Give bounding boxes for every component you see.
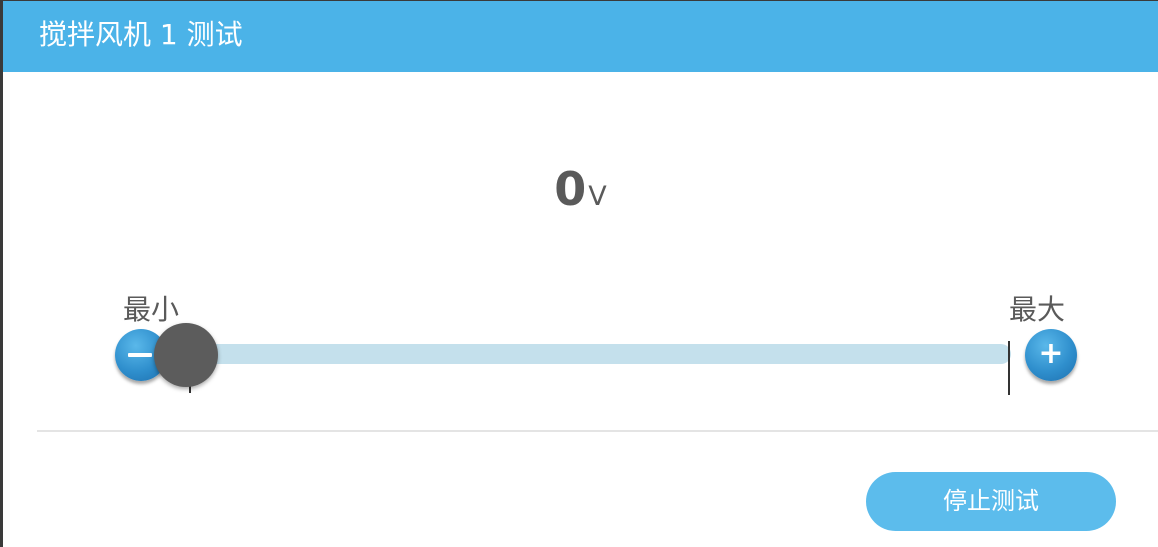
divider <box>37 430 1158 432</box>
dialog-title: 搅拌风机 1 测试 <box>39 18 243 51</box>
slider-max-tick <box>1008 341 1010 395</box>
slider-max-label: 最大 <box>1009 293 1066 326</box>
title-bar: 搅拌风机 1 测试 <box>3 1 1158 72</box>
slider-min-label: 最小 <box>123 293 180 326</box>
increase-button[interactable]: + <box>1025 329 1077 381</box>
output-unit: V <box>588 181 607 212</box>
fan-test-dialog: 搅拌风机 1 测试 0V 最小 最大 + 停止测试 <box>0 0 1158 547</box>
plus-icon: + <box>1038 336 1064 371</box>
slider-thumb[interactable] <box>154 323 218 387</box>
stop-test-button[interactable]: 停止测试 <box>866 472 1116 531</box>
output-value: 0 <box>554 162 587 216</box>
output-readout: 0V <box>3 161 1158 225</box>
minus-icon <box>128 353 152 357</box>
slider-track[interactable] <box>183 344 1011 364</box>
